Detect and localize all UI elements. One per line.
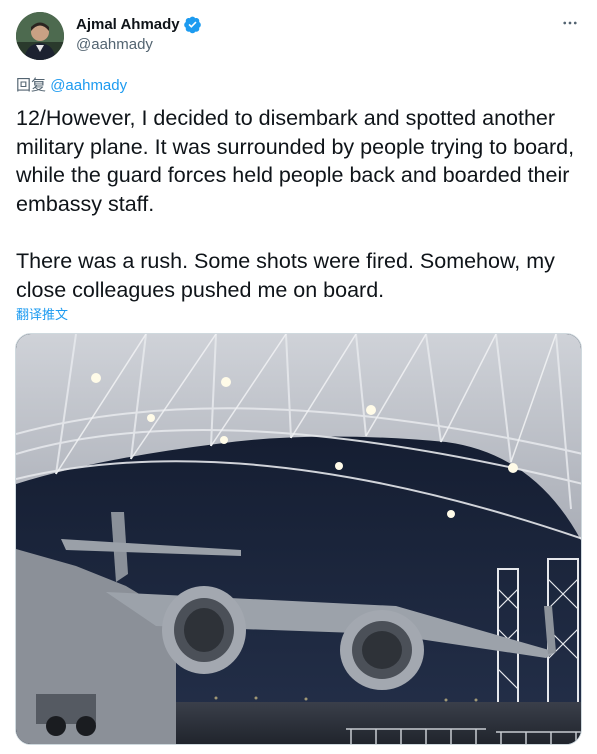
profile-photo xyxy=(16,12,64,60)
reply-handle-link[interactable]: @aahmady xyxy=(50,77,127,94)
display-name[interactable]: Ajmal Ahmady xyxy=(76,16,180,33)
military-transport-plane-in-hangar xyxy=(16,334,581,744)
replying-to: 回复 @aahmady xyxy=(16,74,127,95)
reply-prefix: 回复 xyxy=(16,77,47,94)
author-names: Ajmal Ahmady @aahmady xyxy=(76,14,202,53)
tweet-text: 12/However, I decided to disembark and s… xyxy=(16,106,575,302)
more-horizontal-icon[interactable] xyxy=(559,12,581,34)
translate-tweet-link[interactable]: 翻译推文 xyxy=(16,304,68,323)
tweet-photo[interactable] xyxy=(15,333,582,745)
tweet-header: Ajmal Ahmady @aahmady xyxy=(16,12,581,60)
author-handle[interactable]: @aahmady xyxy=(76,36,202,53)
avatar[interactable] xyxy=(16,12,64,60)
verified-badge-icon xyxy=(183,15,202,34)
